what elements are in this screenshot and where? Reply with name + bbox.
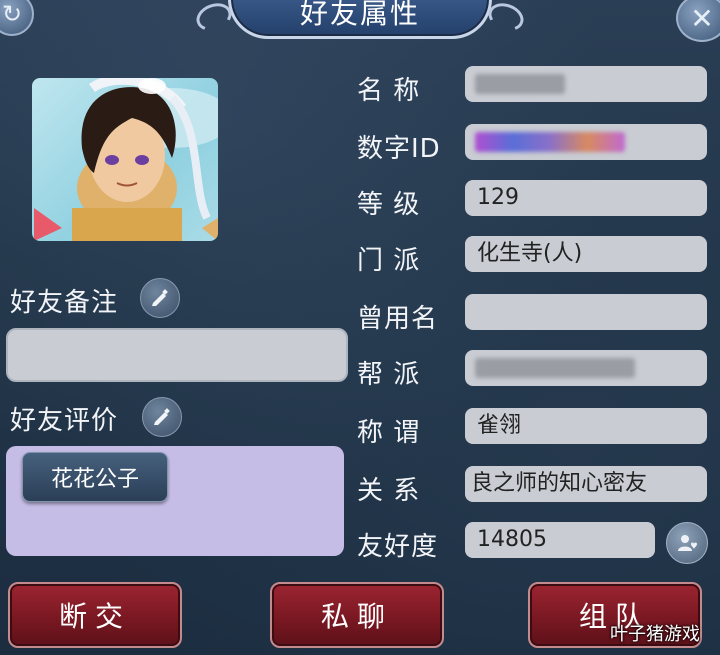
watermark: 叶子猪游戏: [610, 624, 700, 645]
private-chat-button[interactable]: 私聊: [270, 582, 444, 648]
eval-label: 好友评价: [10, 406, 119, 436]
edit-eval-pencil-icon[interactable]: [142, 397, 182, 437]
note-label: 好友备注: [10, 288, 119, 318]
relation-field: 良之师的知心密友: [465, 466, 707, 502]
guild-field: [465, 350, 707, 386]
guild-label: 帮 派: [357, 360, 421, 390]
title-field: 雀翎: [465, 408, 707, 444]
user-heart-icon[interactable]: [666, 522, 708, 564]
sect-label: 门 派: [357, 246, 421, 276]
level-label: 等 级: [357, 190, 421, 220]
edit-note-pencil-icon[interactable]: [140, 278, 180, 318]
id-field: [465, 124, 707, 160]
id-label: 数字ID: [357, 134, 441, 164]
character-portrait: [34, 78, 218, 241]
avatar: [32, 78, 218, 241]
title-label: 称 谓: [357, 418, 421, 448]
id-mosaic: [475, 132, 625, 152]
name-label: 名 称: [357, 76, 421, 106]
relation-label: 关 系: [357, 476, 421, 506]
former-name-label: 曾用名: [357, 304, 439, 334]
name-field: [465, 66, 707, 102]
sect-field: 化生寺(人): [465, 236, 707, 272]
former-name-field: [465, 294, 707, 330]
eval-tag-button[interactable]: 花花公子: [22, 452, 168, 502]
guild-mosaic: [475, 358, 635, 378]
friendship-label: 友好度: [357, 532, 439, 562]
window-title: 好友属性: [228, 0, 492, 39]
title-text: 好友属性: [299, 0, 420, 30]
name-mosaic: [475, 74, 565, 94]
friendship-field: 14805: [465, 522, 655, 558]
break-friendship-button[interactable]: 断交: [8, 582, 182, 648]
note-input[interactable]: [6, 328, 348, 382]
level-field: 129: [465, 180, 707, 216]
